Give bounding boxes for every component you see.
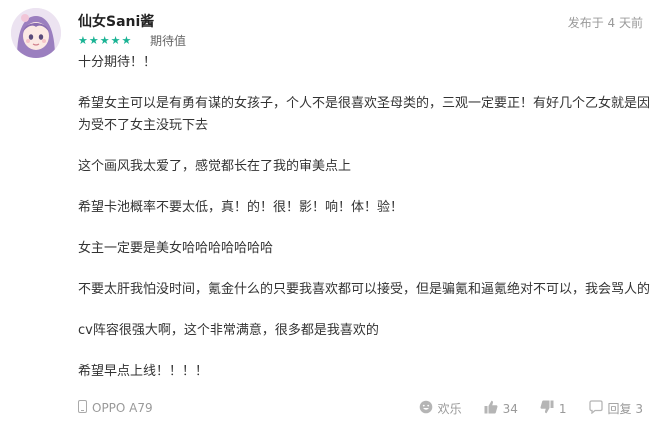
review-paragraph: cv阵容很强大啊，这个非常满意，很多都是我喜欢的 xyxy=(78,323,379,338)
review-actions: 欢乐 34 1 回复 3 xyxy=(397,400,643,417)
review-paragraph: 这个画风我太爱了，感觉都长在了我的审美点上 xyxy=(78,159,352,174)
fun-label: 欢乐 xyxy=(437,402,462,416)
avatar[interactable] xyxy=(11,8,61,58)
review-paragraph: 女主一定要是美女哈哈哈哈哈哈哈 xyxy=(78,241,274,256)
like-count: 34 xyxy=(502,401,518,416)
phone-icon xyxy=(78,400,92,416)
review-paragraph: 十分期待！！ xyxy=(78,55,157,70)
like-button[interactable]: 34 xyxy=(484,400,518,417)
laugh-face-icon xyxy=(419,400,438,417)
reply-button[interactable]: 回复 3 xyxy=(588,400,643,417)
review-paragraph: 希望卡池概率不要太低，真！的！很！影！响！体！验！ xyxy=(78,200,404,215)
rating-stars: ★★★★★ xyxy=(78,34,133,47)
review-paragraph: 希望早点上线！！！！ xyxy=(78,364,209,379)
thumbs-up-icon xyxy=(484,400,503,417)
device-label: OPPO A79 xyxy=(92,401,153,415)
fun-button[interactable]: 欢乐 xyxy=(419,400,462,417)
device-info: OPPO A79 xyxy=(78,400,153,416)
posted-time: 发布于 4 天前 xyxy=(567,16,643,30)
dislike-count: 1 xyxy=(558,401,567,416)
reply-label: 回复 3 xyxy=(607,402,643,416)
chat-bubble-icon xyxy=(588,400,608,417)
review-footer: OPPO A79 欢乐 34 1 回复 3 xyxy=(78,400,643,420)
rating-label: 期待值 xyxy=(150,34,187,48)
review-paragraph: 希望女主可以是有勇有谋的女孩子，个人不是很喜欢圣母类的，三观一定要正！有好几个乙… xyxy=(78,96,651,133)
thumbs-down-icon xyxy=(540,400,559,417)
review-content: 十分期待！！ 希望女主可以是有勇有谋的女孩子，个人不是很喜欢圣母类的，三观一定要… xyxy=(78,52,650,402)
username[interactable]: 仙女Sani酱 xyxy=(78,11,154,31)
review-paragraph: 不要太肝我怕没时间，氪金什么的只要我喜欢都可以接受，但是骗氪和逼氪绝对不可以，我… xyxy=(78,282,651,297)
dislike-button[interactable]: 1 xyxy=(540,400,567,417)
